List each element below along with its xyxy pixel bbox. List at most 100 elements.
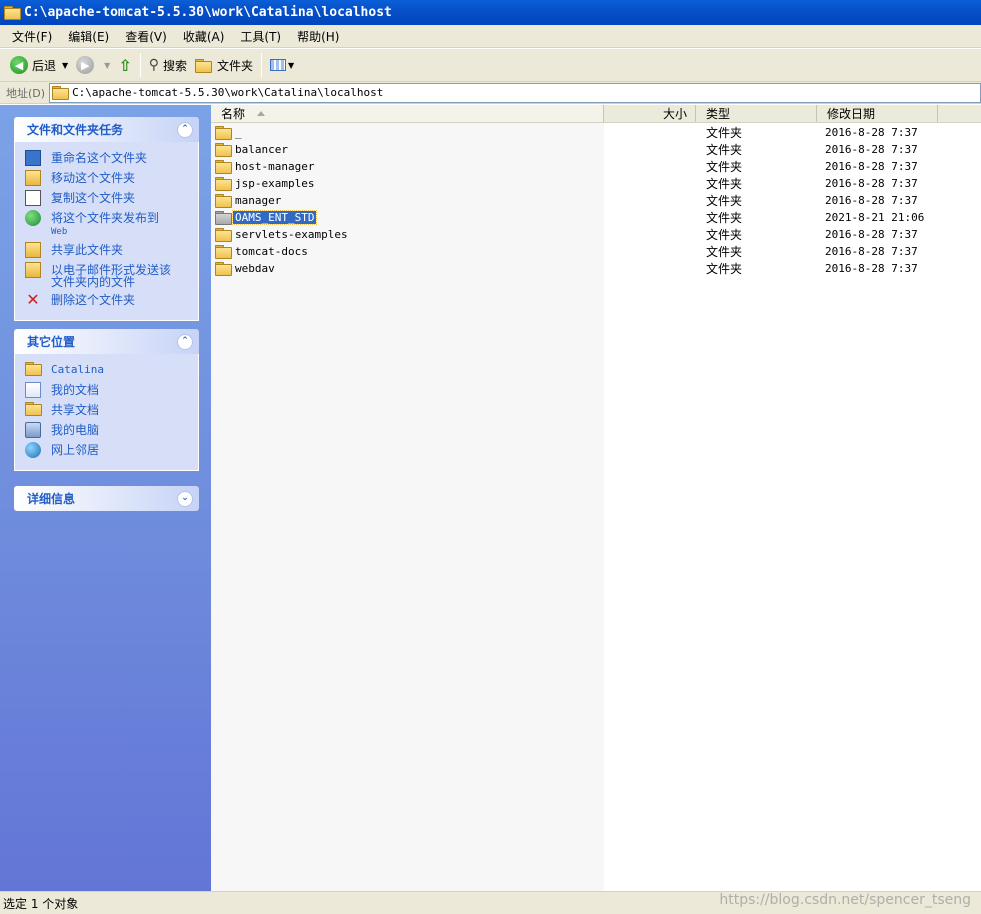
file-row[interactable]: OAMS_ENT_STD 文件夹 2021-8-21 21:06 (211, 209, 981, 226)
place-shared-documents[interactable]: 共享文档 (25, 402, 190, 418)
panel-header[interactable]: 详细信息 ⌄ (14, 486, 199, 511)
delete-icon: ✕ (26, 290, 40, 309)
move-icon (25, 170, 41, 186)
task-label: 移动这个文件夹 (51, 171, 136, 185)
search-button[interactable]: ⚲ 搜索 (145, 52, 191, 78)
column-label: 类型 (706, 107, 731, 121)
menu-tools[interactable]: 工具(T) (232, 26, 289, 47)
file-name-cell[interactable]: servlets-examples (215, 228, 350, 242)
column-filler (938, 105, 981, 122)
watermark: https://blog.csdn.net/spencer_tseng (719, 892, 971, 908)
file-row[interactable]: servlets-examples 文件夹 2016-8-28 7:37 (211, 226, 981, 243)
address-value: C:\apache-tomcat-5.5.30\work\Catalina\lo… (72, 86, 384, 99)
task-email[interactable]: 以电子邮件形式发送该文件夹内的文件 (25, 262, 190, 288)
file-name-cell[interactable]: balancer (215, 143, 290, 157)
title-bar[interactable]: C:\apache-tomcat-5.5.30\work\Catalina\lo… (0, 0, 981, 25)
network-places-icon (25, 442, 41, 458)
menu-edit[interactable]: 编辑(E) (60, 26, 117, 47)
file-name-cell[interactable]: OAMS_ENT_STD (215, 210, 318, 225)
file-name-cell[interactable]: manager (215, 194, 283, 208)
forward-dropdown-icon[interactable]: ▼ (104, 61, 110, 70)
file-list[interactable]: 名称 大小 类型 修改日期 _ 文件夹 2016-8-28 7:37 balancer… (211, 105, 981, 891)
task-publish-web[interactable]: 将这个文件夹发布到 Web (25, 210, 190, 238)
menu-bar: 文件(F) 编辑(E) 查看(V) 收藏(A) 工具(T) 帮助(H) (0, 25, 981, 48)
task-sublabel: Web (51, 227, 68, 237)
column-size[interactable]: 大小 (604, 105, 696, 122)
email-icon (25, 262, 41, 278)
toolbar: ◀ 后退 ▼ ▶ ▼ ⇧ ⚲ 搜索 文件夹 ▼ (0, 49, 981, 82)
file-modified: 2016-8-28 7:37 (825, 126, 918, 139)
file-row[interactable]: host-manager 文件夹 2016-8-28 7:37 (211, 158, 981, 175)
menu-file[interactable]: 文件(F) (4, 26, 60, 47)
place-my-documents[interactable]: 我的文档 (25, 382, 190, 398)
file-name: host-manager (235, 160, 315, 173)
task-share[interactable]: 共享此文件夹 (25, 242, 190, 258)
back-button[interactable]: ◀ 后退 ▼ (6, 52, 72, 78)
file-folder-tasks-panel: 文件和文件夹任务 ⌃ 重命名这个文件夹 移动这个文件夹 复制这个文件夹 将这个文… (14, 117, 199, 321)
file-name: jsp-examples (235, 177, 315, 190)
task-rename[interactable]: 重命名这个文件夹 (25, 150, 190, 166)
details-panel: 详细信息 ⌄ (14, 486, 199, 511)
file-row[interactable]: webdav 文件夹 2016-8-28 7:37 (211, 260, 981, 277)
folder-icon (215, 228, 232, 242)
file-name: webdav (235, 262, 275, 275)
panel-header[interactable]: 文件和文件夹任务 ⌃ (14, 117, 199, 142)
menu-help[interactable]: 帮助(H) (289, 26, 347, 47)
folder-icon (215, 126, 232, 140)
file-modified: 2016-8-28 7:37 (825, 245, 918, 258)
collapse-icon[interactable]: ⌃ (177, 333, 193, 350)
task-label: 将这个文件夹发布到 (51, 211, 160, 225)
views-button[interactable]: ▼ (266, 52, 298, 78)
column-name[interactable]: 名称 (211, 105, 604, 122)
back-arrow-icon: ◀ (10, 56, 28, 74)
task-delete[interactable]: ✕ 删除这个文件夹 (25, 292, 190, 308)
file-row[interactable]: balancer 文件夹 2016-8-28 7:37 (211, 141, 981, 158)
file-row[interactable]: tomcat-docs 文件夹 2016-8-28 7:37 (211, 243, 981, 260)
task-copy[interactable]: 复制这个文件夹 (25, 190, 190, 206)
folders-button[interactable]: 文件夹 (191, 52, 257, 78)
toolbar-separator (261, 53, 263, 77)
file-name: manager (235, 194, 282, 207)
task-move[interactable]: 移动这个文件夹 (25, 170, 190, 186)
column-type[interactable]: 类型 (696, 105, 817, 122)
place-my-computer[interactable]: 我的电脑 (25, 422, 190, 438)
place-network[interactable]: 网上邻居 (25, 442, 190, 458)
file-name: OAMS_ENT_STD (231, 210, 318, 225)
file-row[interactable]: manager 文件夹 2016-8-28 7:37 (211, 192, 981, 209)
forward-button[interactable]: ▶ ▼ (72, 52, 114, 78)
file-name-cell[interactable]: tomcat-docs (215, 245, 310, 259)
menu-favorites[interactable]: 收藏(A) (175, 26, 233, 47)
file-name: _ (235, 126, 242, 139)
file-name-cell[interactable]: host-manager (215, 160, 316, 174)
up-folder-icon: ⇧ (118, 55, 132, 75)
expand-icon[interactable]: ⌄ (177, 490, 193, 507)
file-row[interactable]: jsp-examples 文件夹 2016-8-28 7:37 (211, 175, 981, 192)
column-label: 修改日期 (827, 107, 876, 121)
file-name: balancer (235, 143, 288, 156)
file-row[interactable]: _ 文件夹 2016-8-28 7:37 (211, 124, 981, 141)
back-dropdown-icon[interactable]: ▼ (62, 61, 68, 70)
file-modified: 2016-8-28 7:37 (825, 177, 918, 190)
column-header: 名称 大小 类型 修改日期 (211, 105, 981, 123)
address-input[interactable]: C:\apache-tomcat-5.5.30\work\Catalina\lo… (49, 82, 981, 103)
task-label: 复制这个文件夹 (51, 191, 136, 205)
place-catalina[interactable]: Catalina (25, 362, 190, 378)
column-modified[interactable]: 修改日期 (817, 105, 938, 122)
file-modified: 2016-8-28 7:37 (825, 262, 918, 275)
panel-body: 重命名这个文件夹 移动这个文件夹 复制这个文件夹 将这个文件夹发布到 Web 共享… (14, 142, 199, 321)
file-name-cell[interactable]: _ (215, 126, 244, 140)
task-label: 删除这个文件夹 (51, 293, 136, 307)
file-name-cell[interactable]: webdav (215, 262, 277, 276)
place-label: 我的电脑 (51, 423, 100, 437)
up-folder-button[interactable]: ⇧ (114, 52, 135, 78)
panel-body: Catalina 我的文档 共享文档 我的电脑 网上邻居 (14, 354, 199, 471)
file-modified: 2016-8-28 7:37 (825, 160, 918, 173)
collapse-icon[interactable]: ⌃ (177, 121, 193, 138)
file-name-cell[interactable]: jsp-examples (215, 177, 316, 191)
my-computer-icon (25, 422, 41, 438)
menu-view[interactable]: 查看(V) (117, 26, 175, 47)
file-modified: 2016-8-28 7:37 (825, 143, 918, 156)
panel-header[interactable]: 其它位置 ⌃ (14, 329, 199, 354)
address-bar: 地址(D) C:\apache-tomcat-5.5.30\work\Catal… (0, 82, 981, 104)
folder-icon (25, 362, 42, 378)
